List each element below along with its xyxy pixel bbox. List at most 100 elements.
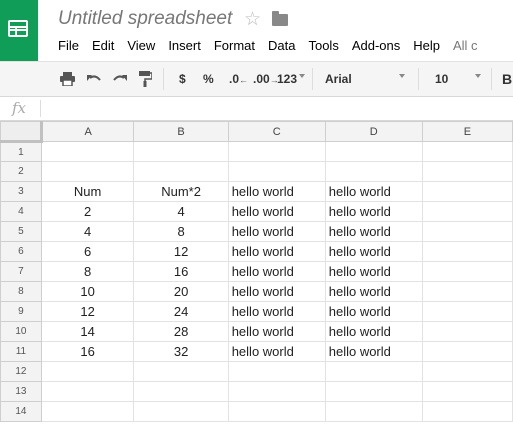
cell-d[interactable]: [324, 381, 423, 402]
cell-a[interactable]: 2: [40, 201, 135, 222]
cell-b[interactable]: Num*2: [133, 181, 229, 202]
document-title[interactable]: Untitled spreadsheet: [58, 8, 232, 30]
cell-b[interactable]: [133, 401, 229, 422]
cell-c[interactable]: hello world: [227, 201, 326, 222]
cell-e[interactable]: [421, 401, 513, 422]
folder-icon[interactable]: [272, 11, 288, 26]
row-header[interactable]: 2: [0, 161, 42, 182]
menu-tools[interactable]: Tools: [308, 38, 338, 53]
star-icon[interactable]: ☆: [244, 8, 261, 31]
cell-d[interactable]: [324, 141, 423, 162]
cell-b[interactable]: 12: [133, 241, 229, 262]
column-header-c[interactable]: C: [227, 121, 326, 142]
row-header[interactable]: 9: [0, 301, 42, 322]
more-formats-button[interactable]: 123: [277, 71, 297, 87]
cell-d[interactable]: hello world: [324, 221, 423, 242]
row-header[interactable]: 4: [0, 201, 42, 222]
cell-d[interactable]: hello world: [324, 281, 423, 302]
cell-b[interactable]: [133, 381, 229, 402]
formula-input[interactable]: [48, 100, 508, 117]
cell-b[interactable]: [133, 361, 229, 382]
increase-decimal-button[interactable]: .00→: [253, 71, 279, 88]
cell-c[interactable]: hello world: [227, 181, 326, 202]
cell-d[interactable]: hello world: [324, 181, 423, 202]
cell-d[interactable]: hello world: [324, 301, 423, 322]
cell-b[interactable]: 28: [133, 321, 229, 342]
cell-a[interactable]: 8: [40, 261, 135, 282]
column-header-d[interactable]: D: [324, 121, 423, 142]
cell-b[interactable]: [133, 161, 229, 182]
cell-d[interactable]: [324, 401, 423, 422]
menu-view[interactable]: View: [127, 38, 155, 53]
cell-c[interactable]: hello world: [227, 221, 326, 242]
menu-file[interactable]: File: [58, 38, 79, 53]
row-header[interactable]: 7: [0, 261, 42, 282]
font-family-select[interactable]: Arial: [325, 71, 352, 87]
cell-a[interactable]: 16: [40, 341, 135, 362]
cell-b[interactable]: 20: [133, 281, 229, 302]
cell-e[interactable]: [421, 321, 513, 342]
cell-a[interactable]: 4: [40, 221, 135, 242]
cell-c[interactable]: hello world: [227, 281, 326, 302]
cell-c[interactable]: hello world: [227, 301, 326, 322]
cell-b[interactable]: [133, 141, 229, 162]
cell-c[interactable]: hello world: [227, 341, 326, 362]
undo-icon[interactable]: [86, 73, 102, 85]
row-header[interactable]: 13: [0, 381, 42, 402]
cell-e[interactable]: [421, 141, 513, 162]
cell-b[interactable]: 8: [133, 221, 229, 242]
cell-a[interactable]: 12: [40, 301, 135, 322]
decrease-decimal-button[interactable]: .0←: [229, 71, 248, 88]
cell-c[interactable]: [227, 161, 326, 182]
column-header-e[interactable]: E: [421, 121, 513, 142]
menu-insert[interactable]: Insert: [168, 38, 201, 53]
cell-c[interactable]: [227, 401, 326, 422]
print-icon[interactable]: [60, 72, 75, 86]
cell-e[interactable]: [421, 281, 513, 302]
cell-d[interactable]: hello world: [324, 201, 423, 222]
cell-a[interactable]: [40, 381, 135, 402]
cell-a[interactable]: Num: [40, 181, 135, 202]
cell-e[interactable]: [421, 161, 513, 182]
cell-e[interactable]: [421, 181, 513, 202]
cell-a[interactable]: [40, 161, 135, 182]
column-header-b[interactable]: B: [133, 121, 229, 142]
sheets-logo-icon[interactable]: [0, 0, 38, 61]
cell-d[interactable]: hello world: [324, 341, 423, 362]
cell-e[interactable]: [421, 381, 513, 402]
font-size-select[interactable]: 10: [435, 71, 448, 87]
cell-e[interactable]: [421, 361, 513, 382]
cell-a[interactable]: [40, 401, 135, 422]
cell-d[interactable]: hello world: [324, 321, 423, 342]
cell-d[interactable]: hello world: [324, 261, 423, 282]
cell-a[interactable]: [40, 361, 135, 382]
menu-format[interactable]: Format: [214, 38, 255, 53]
cell-a[interactable]: 14: [40, 321, 135, 342]
menu-all-changes[interactable]: All c: [453, 38, 478, 53]
redo-icon[interactable]: [112, 73, 128, 85]
row-header[interactable]: 14: [0, 401, 42, 422]
cell-b[interactable]: 24: [133, 301, 229, 322]
paint-format-icon[interactable]: [139, 71, 152, 87]
cell-e[interactable]: [421, 241, 513, 262]
cell-c[interactable]: [227, 381, 326, 402]
cell-a[interactable]: [40, 141, 135, 162]
cell-c[interactable]: hello world: [227, 241, 326, 262]
row-header[interactable]: 8: [0, 281, 42, 302]
cell-a[interactable]: 6: [40, 241, 135, 262]
cell-c[interactable]: hello world: [227, 261, 326, 282]
row-header[interactable]: 12: [0, 361, 42, 382]
bold-button[interactable]: B: [502, 71, 512, 87]
currency-button[interactable]: $: [179, 71, 186, 87]
menu-addons[interactable]: Add-ons: [352, 38, 400, 53]
cell-e[interactable]: [421, 341, 513, 362]
percent-button[interactable]: %: [203, 71, 214, 87]
cell-e[interactable]: [421, 261, 513, 282]
column-header-a[interactable]: A: [40, 121, 135, 142]
menu-help[interactable]: Help: [413, 38, 440, 53]
cell-a[interactable]: 10: [40, 281, 135, 302]
select-all-corner[interactable]: [0, 121, 43, 143]
row-header[interactable]: 1: [0, 141, 42, 162]
cell-d[interactable]: hello world: [324, 241, 423, 262]
cell-c[interactable]: [227, 361, 326, 382]
